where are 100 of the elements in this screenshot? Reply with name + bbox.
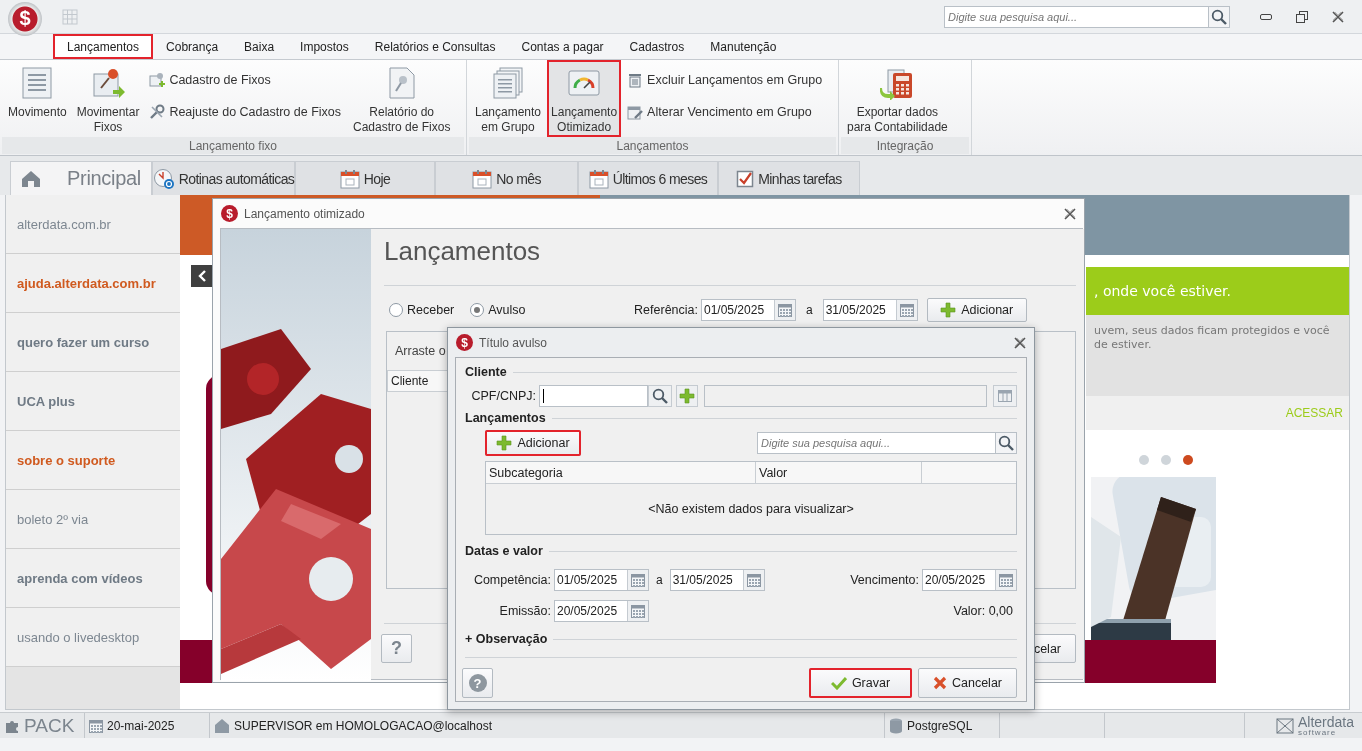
home-icon: [21, 169, 41, 188]
section-heading: Lançamentos: [384, 236, 542, 266]
page-tab[interactable]: Rotinas automáticas: [152, 161, 295, 195]
search-button[interactable]: [1208, 5, 1230, 28]
plus-icon: [679, 388, 695, 404]
calendar-icon: [631, 603, 645, 618]
radio-button[interactable]: [389, 302, 403, 317]
close-icon: [1332, 10, 1344, 23]
add-button[interactable]: Adicionar: [485, 430, 581, 456]
calendar-icon: [999, 572, 1013, 587]
date-field[interactable]: 01/05/2025: [554, 568, 649, 591]
ribbon-button[interactable]: Cadastro de Fixos: [149, 68, 341, 92]
ribbon-button[interactable]: Lançamento Otimizado: [547, 60, 622, 137]
ribbon-button[interactable]: Reajuste do Cadastro de Fixos: [149, 100, 341, 124]
close-icon: [1014, 336, 1026, 349]
calendar-icon: [89, 718, 103, 733]
radio-button[interactable]: [470, 302, 485, 317]
ribbon-button[interactable]: Alterar Vencimento em Grupo: [627, 100, 823, 124]
date-field[interactable]: 31/05/2025: [822, 298, 918, 321]
search-field[interactable]: Digite sua pesquisa aqui...: [757, 432, 995, 454]
field-label: Competência:: [472, 572, 552, 587]
sidebar-link[interactable]: UCA plus: [6, 372, 180, 431]
calendar-button[interactable]: [995, 569, 1016, 590]
ribbon-button[interactable]: Movimentar Fixos: [72, 60, 144, 137]
radio-option[interactable]: Receber: [389, 302, 455, 317]
calendar-button[interactable]: [895, 299, 917, 320]
menu-tab[interactable]: Relatórios e Consultas: [361, 34, 509, 59]
close-button[interactable]: [1014, 336, 1026, 349]
status-database: PostgreSQL: [907, 718, 973, 733]
calendar-button[interactable]: [627, 600, 648, 621]
status-date: 20-mai-2025: [107, 718, 175, 733]
section-title: Datas e valor: [465, 544, 543, 558]
search-button[interactable]: [648, 385, 672, 407]
column-header[interactable]: Valor: [756, 462, 922, 484]
date-field[interactable]: 31/05/2025: [669, 568, 765, 591]
date-field[interactable]: 01/05/2025: [701, 298, 796, 321]
close-button[interactable]: [1064, 207, 1076, 220]
ribbon-button[interactable]: Relatório do Cadastro de Fixos: [349, 60, 455, 137]
calendar-button[interactable]: [627, 569, 648, 590]
field-label: CPF/CNPJ:: [470, 389, 537, 403]
carousel-dot[interactable]: [1161, 455, 1171, 465]
grid-icon: [62, 8, 78, 25]
field-label: Vencimento:: [850, 572, 920, 587]
carousel-dot[interactable]: [1183, 455, 1193, 465]
pack-label: PACK: [24, 714, 75, 737]
page-tab[interactable]: Hoje: [295, 161, 435, 195]
input-field[interactable]: [539, 385, 648, 407]
columns-icon: [998, 390, 1012, 402]
search-field[interactable]: Digite sua pesquisa aqui...: [944, 5, 1208, 28]
column-header[interactable]: Subcategoria: [486, 462, 756, 484]
logo-mark-icon: [1275, 717, 1294, 734]
empty-message: <Não existem dados para visualizar>: [648, 502, 854, 516]
document-icon: [20, 66, 55, 100]
date-field[interactable]: 20/05/2025: [554, 599, 649, 622]
promo-text: uvem, seus dados ficam protegidos e você de estiver.: [1086, 315, 1349, 396]
page-tab[interactable]: Minhas tarefas: [718, 161, 860, 195]
carousel-dot[interactable]: [1139, 455, 1149, 465]
menu-tab[interactable]: Impostos: [287, 34, 362, 59]
ribbon-button[interactable]: Exportar dados para Contabilidade: [843, 60, 952, 137]
lookup-button[interactable]: [993, 385, 1017, 407]
page-tab[interactable]: Últimos 6 meses: [578, 161, 718, 195]
radio-option[interactable]: Avulso: [470, 302, 526, 317]
menu-tab[interactable]: Cobrança: [153, 34, 232, 59]
page-tab[interactable]: Principal: [10, 161, 152, 195]
ribbon-button[interactable]: Excluir Lançamentos em Grupo: [627, 68, 823, 92]
section-title: Lançamentos: [465, 411, 546, 425]
wrench-icon: [149, 104, 166, 120]
calendar-icon: [899, 302, 914, 317]
menu-tab[interactable]: Lançamentos: [53, 34, 154, 59]
group-hint: Arraste o: [395, 344, 446, 358]
calendar-pencil-icon: [627, 104, 644, 120]
checkbox-icon: [736, 169, 755, 188]
menu-tab[interactable]: Manutenção: [697, 34, 790, 59]
sidebar-link[interactable]: sobre o suporte: [6, 431, 180, 490]
previous-button[interactable]: [191, 265, 213, 287]
calendar-button[interactable]: [774, 299, 795, 320]
sidebar-link[interactable]: ajuda.alterdata.com.br: [6, 254, 180, 313]
sidebar-link[interactable]: quero fazer um curso: [6, 313, 180, 372]
search-button[interactable]: [995, 432, 1017, 454]
save-button[interactable]: Gravar: [809, 668, 912, 698]
stacked-documents-icon: [491, 66, 525, 100]
minimize-icon: [1260, 13, 1272, 20]
clock-icon: [152, 167, 175, 190]
menu-tab[interactable]: Cadastros: [616, 34, 698, 59]
menu-tab[interactable]: Baixa: [231, 34, 288, 59]
brand-logo: Alterdata software: [1297, 714, 1354, 737]
ribbon-button[interactable]: Lançamento em Grupo: [471, 60, 546, 137]
app-icon: $: [221, 205, 238, 222]
ribbon-button[interactable]: Movimento: [4, 60, 71, 137]
add-button[interactable]: Adicionar: [926, 297, 1027, 322]
date-field[interactable]: 20/05/2025: [922, 568, 1017, 591]
database-icon: [889, 717, 903, 734]
group-label: Lançamento fixo: [2, 137, 464, 154]
cancel-button[interactable]: Cancelar: [918, 668, 1017, 698]
calendar-button[interactable]: [742, 569, 764, 590]
app-logo[interactable]: $: [8, 1, 42, 36]
sidebar-link[interactable]: aprenda com vídeos: [6, 549, 180, 608]
page-tab[interactable]: No mês: [435, 161, 578, 195]
expand-section-toggle[interactable]: + Observação: [465, 632, 548, 646]
menu-tab[interactable]: Contas a pagar: [508, 34, 617, 59]
